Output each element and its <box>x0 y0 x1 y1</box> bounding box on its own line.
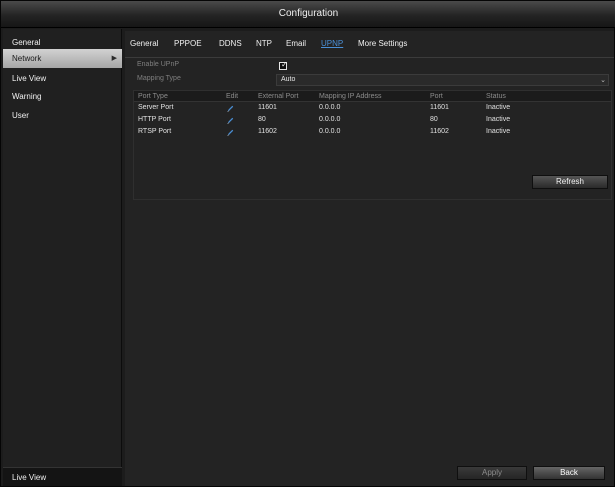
back-button[interactable]: Back <box>533 466 605 480</box>
external-port-cell: 80 <box>258 116 266 123</box>
window-title: Configuration <box>278 8 339 19</box>
port-type-cell: Server Port <box>138 104 174 111</box>
port-cell: 80 <box>430 116 438 123</box>
enable-upnp-checkbox[interactable]: ✓ <box>279 60 288 70</box>
mapping-type-label: Mapping Type <box>137 75 181 82</box>
status-cell: Inactive <box>486 104 511 111</box>
mapping-type-select[interactable]: Auto ⌄ <box>276 74 609 86</box>
checkmark-icon: ✓ <box>281 60 288 69</box>
port-type-cell: RTSP Port <box>138 128 172 135</box>
tab-bar: General PPPOE DDNS NTP Email UPNP More S… <box>125 37 614 58</box>
sidebar-item-network[interactable]: Network ▶ <box>3 49 122 68</box>
status-cell: Inactive <box>486 128 511 135</box>
table-row: Server Port 11601 0.0.0.0 11601 Inactive <box>134 103 611 114</box>
mapping-ip-cell: 0.0.0.0 <box>319 128 341 135</box>
status-cell: Inactive <box>486 116 511 123</box>
tab-upnp[interactable]: UPNP <box>321 39 343 48</box>
column-header-edit: Edit <box>226 93 239 100</box>
main-panel: General PPPOE DDNS NTP Email UPNP More S… <box>125 31 614 486</box>
tab-pppoe[interactable]: PPPOE <box>174 39 202 48</box>
column-header-status: Status <box>486 93 506 100</box>
sidebar-item-label: Network <box>12 54 42 63</box>
port-type-cell: HTTP Port <box>138 116 171 123</box>
table-header: Port Type Edit External Port Mapping IP … <box>134 91 611 102</box>
column-header-port: Port <box>430 93 443 100</box>
pencil-icon[interactable] <box>226 128 235 137</box>
tab-ddns[interactable]: DDNS <box>219 39 242 48</box>
column-header-external-port: External Port <box>258 93 299 100</box>
mapping-type-value: Auto <box>281 76 296 83</box>
port-cell: 11601 <box>430 104 449 111</box>
live-view-button[interactable]: Live View <box>3 467 122 486</box>
sidebar-item-warning[interactable]: Warning <box>3 87 122 106</box>
tab-ntp[interactable]: NTP <box>256 39 272 48</box>
sidebar-item-label: Live View <box>12 74 47 83</box>
dropdown-caret-icon: ⌄ <box>600 77 606 84</box>
chevron-right-icon: ▶ <box>111 55 117 62</box>
table-row: RTSP Port 11602 0.0.0.0 11602 Inactive <box>134 127 611 138</box>
port-cell: 11602 <box>430 128 449 135</box>
sidebar-item-label: User <box>12 111 29 120</box>
apply-button[interactable]: Apply <box>457 466 527 480</box>
tab-divider <box>125 57 614 58</box>
sidebar-item-live-view[interactable]: Live View <box>3 69 122 88</box>
column-header-port-type: Port Type <box>138 93 168 100</box>
tab-more-settings[interactable]: More Settings <box>358 39 407 48</box>
external-port-cell: 11602 <box>258 128 277 135</box>
enable-upnp-label: Enable UPnP <box>137 61 180 68</box>
external-port-cell: 11601 <box>258 104 277 111</box>
mapping-ip-cell: 0.0.0.0 <box>319 116 341 123</box>
refresh-button[interactable]: Refresh <box>532 175 608 189</box>
pencil-icon[interactable] <box>226 116 235 125</box>
sidebar-item-user[interactable]: User <box>3 106 122 125</box>
sidebar: General Network ▶ Live View Warning User… <box>3 29 122 486</box>
sidebar-item-label: General <box>12 38 41 47</box>
title-bar: Configuration <box>1 1 615 28</box>
table-row: HTTP Port 80 0.0.0.0 80 Inactive <box>134 115 611 126</box>
pencil-icon[interactable] <box>226 104 235 113</box>
tab-email[interactable]: Email <box>286 39 306 48</box>
tab-general[interactable]: General <box>130 39 158 48</box>
column-header-mapping-ip: Mapping IP Address <box>319 93 382 100</box>
configuration-window: Configuration General Network ▶ Live Vie… <box>0 0 615 487</box>
mapping-ip-cell: 0.0.0.0 <box>319 104 341 111</box>
sidebar-item-label: Warning <box>12 92 42 101</box>
